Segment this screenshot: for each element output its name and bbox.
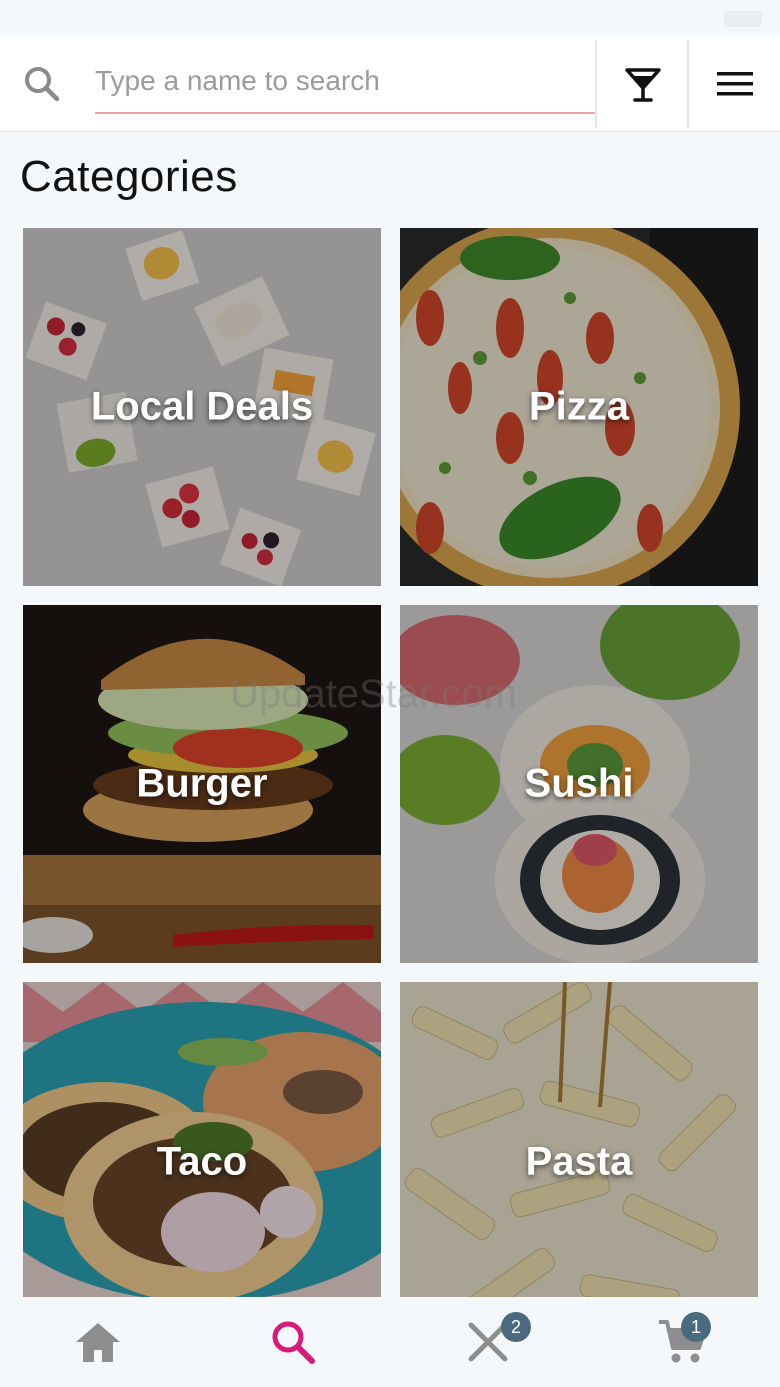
filter-button[interactable] xyxy=(598,36,688,132)
section-title: Categories xyxy=(20,152,238,201)
category-tile-pasta[interactable]: Pasta xyxy=(400,982,758,1297)
menu-button[interactable] xyxy=(690,36,780,132)
category-label: Local Deals xyxy=(90,384,314,429)
tab-orders[interactable]: 2 xyxy=(390,1297,585,1387)
category-label: Burger xyxy=(136,761,268,806)
category-tile-local-deals[interactable]: Local Deals xyxy=(23,228,381,586)
category-label: Taco xyxy=(156,1139,248,1184)
category-tile-burger[interactable]: Burger xyxy=(23,605,381,963)
category-label: Pizza xyxy=(528,384,630,429)
search-icon xyxy=(272,1321,315,1364)
divider xyxy=(595,40,597,128)
category-tile-taco[interactable]: Taco xyxy=(23,982,381,1297)
bottom-tab-bar: 2 1 xyxy=(0,1297,780,1387)
orders-badge: 2 xyxy=(501,1312,531,1342)
tab-search[interactable] xyxy=(195,1297,390,1387)
search-icon xyxy=(25,67,60,102)
category-label: Pasta xyxy=(525,1139,633,1184)
search-bar xyxy=(0,36,780,132)
cart-badge: 1 xyxy=(681,1312,711,1342)
status-bar xyxy=(0,0,780,36)
category-tile-sushi[interactable]: Sushi xyxy=(400,605,758,963)
category-tile-pizza[interactable]: Pizza xyxy=(400,228,758,586)
battery-icon xyxy=(724,11,762,27)
search-input[interactable] xyxy=(95,50,595,114)
category-label: Sushi xyxy=(524,761,634,806)
divider xyxy=(687,40,689,128)
tab-home[interactable] xyxy=(0,1297,195,1387)
tab-cart[interactable]: 1 xyxy=(585,1297,780,1387)
home-icon xyxy=(75,1323,120,1362)
cocktail-icon xyxy=(625,68,661,102)
hamburger-menu-icon xyxy=(717,72,753,96)
